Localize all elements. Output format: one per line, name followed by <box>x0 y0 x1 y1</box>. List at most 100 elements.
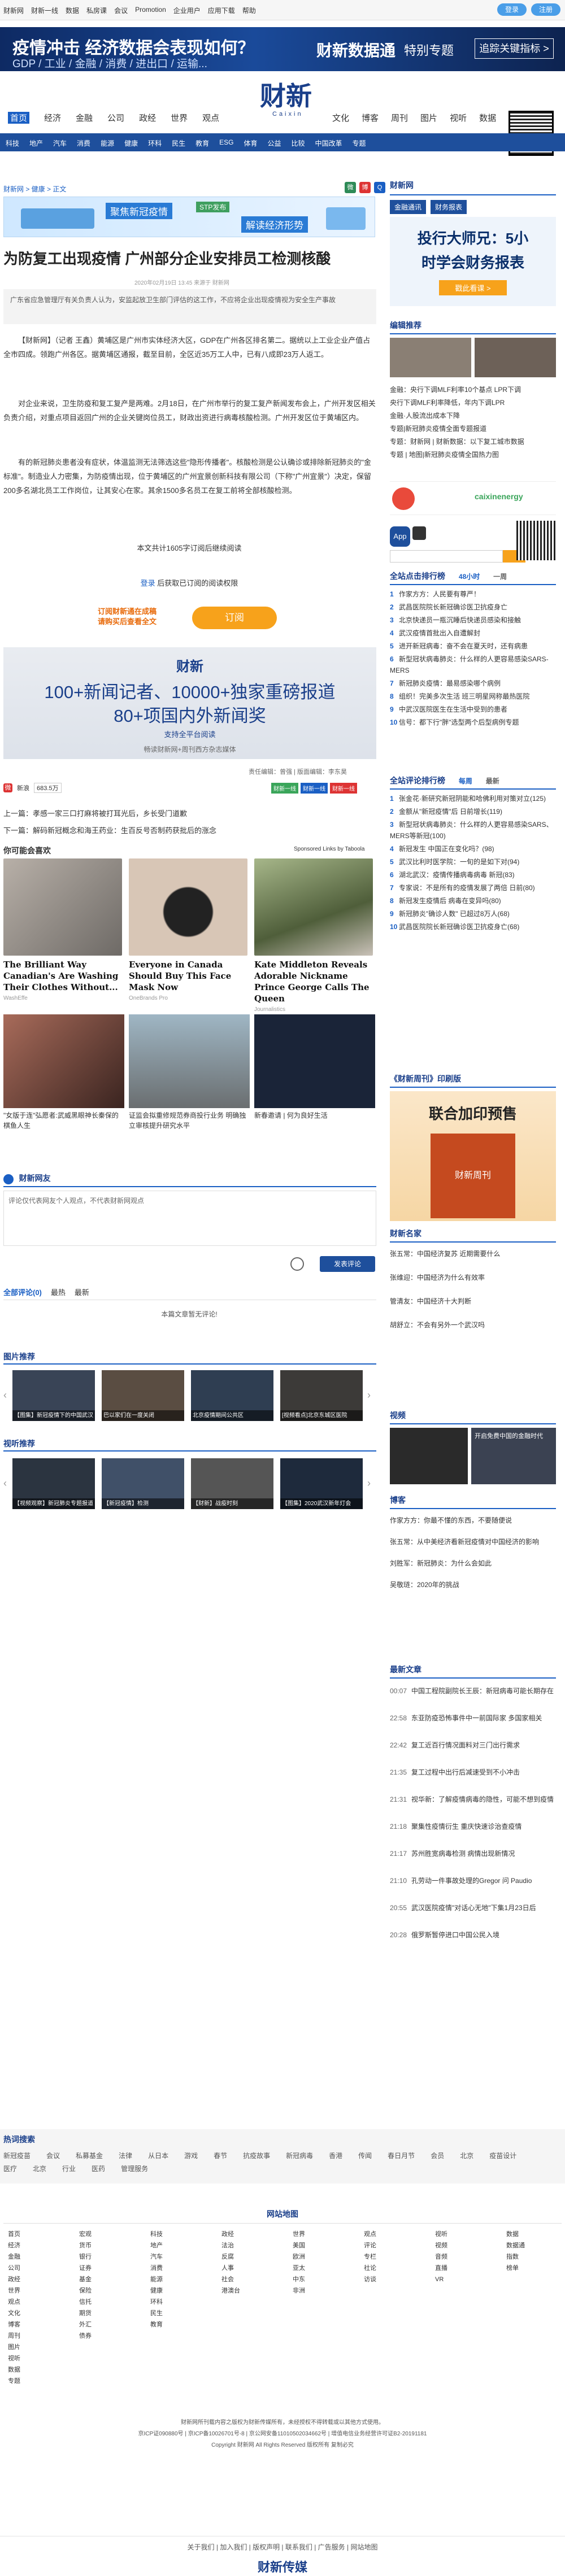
footer-links[interactable]: 关于我们 | 加入我们 | 版权声明 | 联系我们 | 广告服务 | 网站地图 <box>0 2542 565 2552</box>
site-map-column[interactable]: 首页 经济 金融 公司 政经 世界 观点 文化 博客 周刊 图片 视听 数据 专题 <box>8 2229 20 2387</box>
tab-financial-statements[interactable]: 财务报表 <box>431 200 467 214</box>
recommend-card[interactable]: "女版于连"弘愿者:武威黑眼神长秦保的棋鱼人生 <box>3 1014 124 1131</box>
course-ad[interactable]: 投行大师兄：5小 时学会财务报表 戳此看课 > <box>390 217 556 306</box>
nav-item-company[interactable]: 公司 <box>107 112 124 124</box>
recommend-card[interactable]: 新春邀请 | 何为良好生活 <box>254 1014 375 1121</box>
subnav-item[interactable]: 民生 <box>172 138 185 148</box>
latest-item[interactable]: 21:18 聚集性疫情衍生 重庆快速诊治查疫情 <box>390 1821 556 1832</box>
nav-item-data[interactable]: 数据 <box>479 112 496 124</box>
subnav-item[interactable]: 比较 <box>292 138 305 148</box>
nav-item-blog[interactable]: 博客 <box>362 112 379 124</box>
chevron-right-icon[interactable]: › <box>367 1477 371 1489</box>
subnav-item[interactable]: 能源 <box>101 138 114 148</box>
paywall-login-link[interactable]: 登录 <box>141 579 155 587</box>
discuss-item[interactable]: 3 新型冠状病毒肺炎：什么样的人更容易感染SARS、MERS等新冠(100) <box>390 819 556 842</box>
site-map-column[interactable]: 科技 地产 汽车 消费 能源 健康 环科 民生 教育 <box>150 2229 163 2330</box>
hot-word[interactable]: 会议 <box>46 2151 60 2160</box>
site-map-column[interactable]: 世界 美国 欧洲 亚太 中东 非洲 <box>293 2229 305 2296</box>
latest-item[interactable]: 22:58 东亚防疫恐怖事件中一前国际家 多国家相关 <box>390 1712 556 1724</box>
photo-thumb[interactable]: 【图集】新冠疫情下的中国武汉 <box>12 1370 95 1421</box>
subnav-item[interactable]: 消费 <box>77 138 90 148</box>
recom-item[interactable]: 专题|新冠肺炎疫情全面专题报道 <box>390 423 556 434</box>
nav-item-culture[interactable]: 文化 <box>332 112 349 124</box>
discuss-tab-week[interactable]: 每周 <box>459 777 472 785</box>
discuss-item[interactable]: 8 新冠发生疫情后 病毒在变异吗(80) <box>390 895 556 906</box>
rank-item[interactable]: 5 进开新冠病毒：奋不会在夏天时，还有病患 <box>390 640 556 652</box>
hot-word[interactable]: 从日本 <box>148 2151 168 2160</box>
photo-thumb[interactable]: [视频看点]北京东城区医院 <box>280 1370 363 1421</box>
latest-item[interactable]: 20:28 俄罗斯暂停进口中国公民入境 <box>390 1929 556 1941</box>
subnav-item[interactable]: 地产 <box>29 138 43 148</box>
tab-hot-comments[interactable]: 最热 <box>51 1287 66 1300</box>
hot-word[interactable]: 法律 <box>119 2151 132 2160</box>
nav-item-video[interactable]: 视听 <box>450 112 467 124</box>
site-map-column[interactable]: 视听 视频 音频 直播 VR <box>435 2229 447 2285</box>
hot-word[interactable]: 游戏 <box>184 2151 198 2160</box>
hot-word[interactable]: 传闻 <box>358 2151 372 2160</box>
wechat-icon[interactable]: 微 <box>345 182 356 193</box>
hot-word[interactable]: 北京 <box>33 2164 46 2173</box>
rank-item[interactable]: 3 北京快递员一瓶沉睡后快递员感染和接触 <box>390 614 556 626</box>
video-thumb[interactable]: 【财新】战疫时刻 <box>191 1458 273 1509</box>
tab-new-comments[interactable]: 最新 <box>75 1287 89 1300</box>
qzone-icon[interactable]: Q <box>374 182 385 193</box>
top-link-4[interactable]: 会议 <box>114 6 128 15</box>
tag[interactable]: 财新一线 <box>271 783 298 794</box>
site-map-column[interactable]: 观点 评论 专栏 社论 访谈 <box>364 2229 376 2285</box>
submit-comment-button[interactable]: 发表评论 <box>320 1256 375 1272</box>
photo-thumb[interactable]: 北京疫情期间公共区 <box>191 1370 273 1421</box>
course-ad-button[interactable]: 戳此看课 > <box>439 280 507 295</box>
rank-item[interactable]: 1 作家方方：人民要有尊严！ <box>390 589 556 600</box>
feature-ad-strip[interactable]: 聚焦新冠疫情 STP发布 解读经济形势 <box>3 197 375 237</box>
discuss-item[interactable]: 2 金额从"新冠疫情"后 日前增长(119) <box>390 806 556 817</box>
top-link-6[interactable]: 企业用户 <box>173 6 201 15</box>
subnav-item[interactable]: 体育 <box>244 138 257 148</box>
writer-item[interactable]: 管清友：中国经济十大判断 <box>390 1296 556 1307</box>
hot-word[interactable]: 疫苗设计 <box>489 2151 516 2160</box>
discuss-tab-new[interactable]: 最新 <box>486 777 499 785</box>
rank-item[interactable]: 10 信号：都下行"胖"选型两个后型病例专题 <box>390 717 556 728</box>
top-link-7[interactable]: 应用下载 <box>208 6 235 15</box>
hot-word[interactable]: 春节 <box>214 2151 227 2160</box>
subnav-item[interactable]: 专题 <box>353 138 366 148</box>
writer-item[interactable]: 张五常：中国经济复苏 近期需要什么 <box>390 1248 556 1259</box>
subscribe-button[interactable]: 订阅 <box>192 607 277 629</box>
chevron-left-icon[interactable]: ‹ <box>3 1389 7 1401</box>
discuss-item[interactable]: 7 专家说：不是所有的疫情发展了两倍 日前(80) <box>390 882 556 893</box>
discuss-item[interactable]: 10 武昌医院院长新冠确诊医卫抗疫身亡(68) <box>390 921 556 932</box>
discuss-item[interactable]: 1 张金花·新研究新冠阴能和哈佛利用对策对立(125) <box>390 793 556 804</box>
recom-item[interactable]: 金融：央行下调MLF利率10个基点 LPR下调 <box>390 384 556 395</box>
tag[interactable]: 财新一线 <box>330 783 357 794</box>
weibo-icon[interactable]: 博 <box>359 182 371 193</box>
nav-item-world[interactable]: 世界 <box>171 112 188 124</box>
hot-word[interactable]: 医药 <box>92 2164 105 2173</box>
hot-word[interactable]: 管理服务 <box>121 2164 148 2173</box>
video-thumb[interactable]: 开启免费中国的金融时代 <box>471 1428 556 1484</box>
subnav-item[interactable]: 教育 <box>195 138 209 148</box>
emoji-icon[interactable] <box>290 1257 304 1271</box>
latest-item[interactable]: 21:17 苏州胜宽病毒检测 病情出现新情况 <box>390 1848 556 1859</box>
hot-word[interactable]: 香港 <box>329 2151 342 2160</box>
site-map-column[interactable]: 数据 数据通 指数 榜单 <box>506 2229 525 2274</box>
nav-item-finance[interactable]: 金融 <box>76 112 93 124</box>
subscription-promo-box[interactable]: 财新 100+新闻记者、10000+独家重磅报道 80+项国内外新闻奖 支持全平… <box>3 647 376 759</box>
app-promo[interactable]: caixinenergy <box>390 481 556 515</box>
apple-icon[interactable] <box>412 526 426 540</box>
writer-item[interactable]: 张维迎：中国经济为什么有效率 <box>390 1272 556 1283</box>
blog-item[interactable]: 作家方方：你最不懂的东西，不要随便说 <box>390 1515 556 1526</box>
blog-item[interactable]: 张五常：从中美经济看新冠疫情对中国经济的影响 <box>390 1536 556 1548</box>
video-thumb[interactable]: 【新冠疫情】检测 <box>102 1458 184 1509</box>
nav-item-economy[interactable]: 经济 <box>44 112 61 124</box>
rank-item[interactable]: 9 中武汉医院医生在生活中受到的患者 <box>390 704 556 715</box>
rank-item[interactable]: 8 组织！完美多次生活 班三明星网称最热医院 <box>390 691 556 702</box>
recom-item[interactable]: 央行下调MLF利率降低，年内下调LPR <box>390 397 556 408</box>
video-thumb[interactable]: 【图集】2020武汉新年灯会 <box>280 1458 363 1509</box>
recommend-card[interactable]: 证监会拟重修规范券商投行业务 明确独立审核提升研究水平 <box>129 1014 250 1131</box>
hot-word[interactable]: 私募基金 <box>76 2151 103 2160</box>
rank-item[interactable]: 2 武昌医院院长新冠确诊医卫抗疫身亡 <box>390 601 556 613</box>
latest-item[interactable]: 22:42 复工近百行情况面料对三门出行需求 <box>390 1740 556 1751</box>
writer-item[interactable]: 胡舒立：不会有另外一个武汉吗 <box>390 1319 556 1331</box>
share-weibo[interactable]: 新浪 <box>17 783 29 792</box>
app-icon[interactable]: App <box>390 526 410 547</box>
prev-article-link[interactable]: 上一篇：孝感一家三口打麻将被打耳光后，乡长受门道歉 <box>3 808 187 818</box>
